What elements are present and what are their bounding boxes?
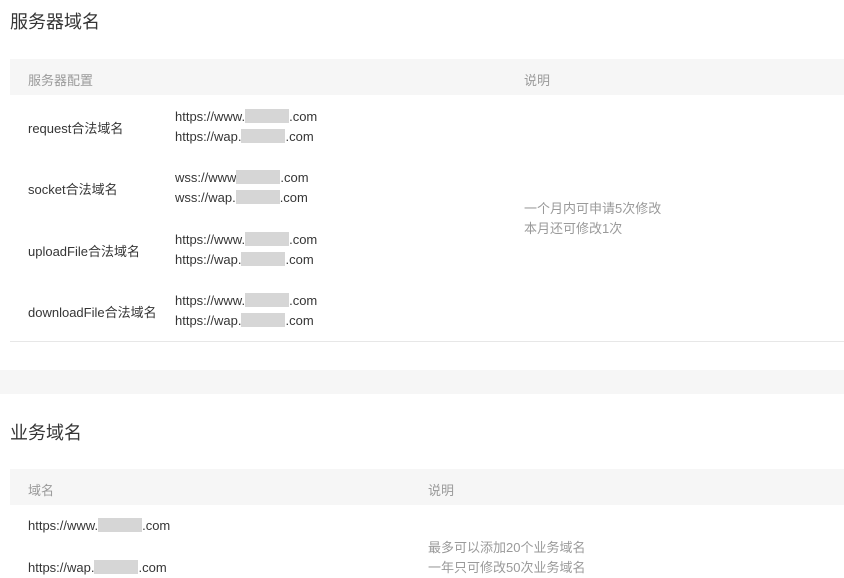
socket-domain-url-2: wss://wap. .com [175,188,308,208]
business-table-header [10,469,844,505]
request-domain-label: request合法域名 [28,121,124,136]
section-separator [0,370,844,394]
server-note-line-1: 一个月内可申请5次修改 [524,201,662,216]
url-prefix: wss://www [175,170,237,185]
redacted-block [241,313,286,327]
server-table-header [10,59,844,95]
business-note-line-1: 最多可以添加20个业务域名 [428,540,586,555]
business-desc-column-header: 说明 [428,483,455,498]
uploadfile-domain-label: uploadFile合法域名 [28,244,140,259]
business-note-line-2: 一年只可修改50次业务域名 [428,560,586,575]
downloadfile-domain-url-2: https://wap. .com [175,311,314,331]
downloadfile-domain-label: downloadFile合法域名 [28,305,157,320]
business-domain-column-header: 域名 [28,483,55,498]
business-domain-url-1: https://www. .com [28,516,170,536]
uploadfile-domain-url-2: https://wap. .com [175,250,314,270]
url-suffix: .com [289,232,318,247]
url-prefix: https://wap. [175,313,242,328]
url-prefix: https://wap. [175,129,242,144]
redacted-block [235,190,280,204]
server-note-line-2: 本月还可修改1次 [524,221,623,236]
url-prefix: https://www. [175,232,246,247]
request-domain-url-2: https://wap. .com [175,127,314,147]
url-suffix: .com [285,252,314,267]
redacted-block [236,170,281,184]
url-prefix: https://www. [28,518,99,533]
url-prefix: https://www. [175,293,246,308]
server-domain-title: 服务器域名 [10,12,100,32]
redacted-block [98,518,143,532]
url-suffix: .com [285,129,314,144]
server-table-divider [10,341,844,342]
redacted-block [241,252,286,266]
url-suffix: .com [138,560,167,575]
url-suffix: .com [280,170,309,185]
server-config-column-header: 服务器配置 [28,73,94,88]
url-suffix: .com [289,109,318,124]
server-desc-column-header: 说明 [524,73,551,88]
business-domain-title: 业务域名 [10,423,82,443]
url-prefix: https://wap. [175,252,242,267]
socket-domain-url-1: wss://www .com [175,168,309,188]
redacted-block [245,109,290,123]
url-suffix: .com [279,190,308,205]
url-suffix: .com [289,293,318,308]
url-prefix: https://www. [175,109,246,124]
url-prefix: https://wap. [28,560,95,575]
request-domain-url-1: https://www. .com [175,107,317,127]
downloadfile-domain-url-1: https://www. .com [175,291,317,311]
uploadfile-domain-url-1: https://www. .com [175,230,317,250]
redacted-block [245,293,290,307]
url-suffix: .com [285,313,314,328]
url-suffix: .com [142,518,171,533]
redacted-block [241,129,286,143]
redacted-block [245,232,290,246]
url-prefix: wss://wap. [175,190,236,205]
socket-domain-label: socket合法域名 [28,182,118,197]
business-domain-url-2: https://wap. .com [28,558,167,578]
